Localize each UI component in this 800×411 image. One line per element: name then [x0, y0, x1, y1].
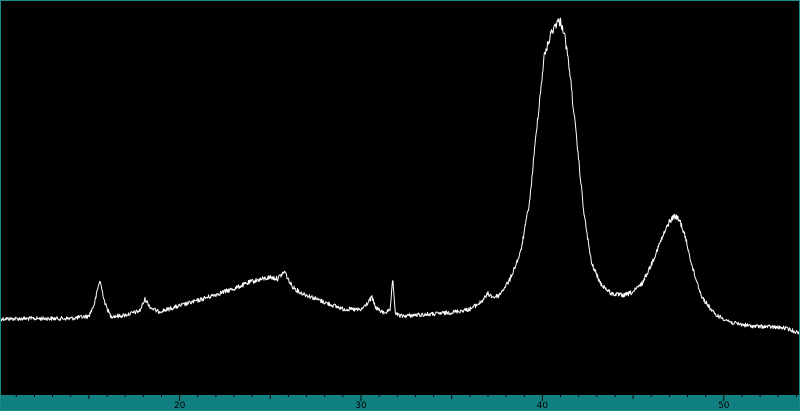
x-tick-label: 40 [537, 401, 549, 411]
x-tick-label: 20 [174, 401, 186, 411]
plot-background [0, 0, 800, 411]
chart-frame: 20 30 40 50 [0, 0, 800, 411]
x-tick-label: 30 [355, 401, 367, 411]
x-tick-label: 50 [718, 401, 730, 411]
xrd-spectrum-plot: 20 30 40 50 [0, 0, 800, 411]
x-axis-bar [0, 395, 800, 411]
